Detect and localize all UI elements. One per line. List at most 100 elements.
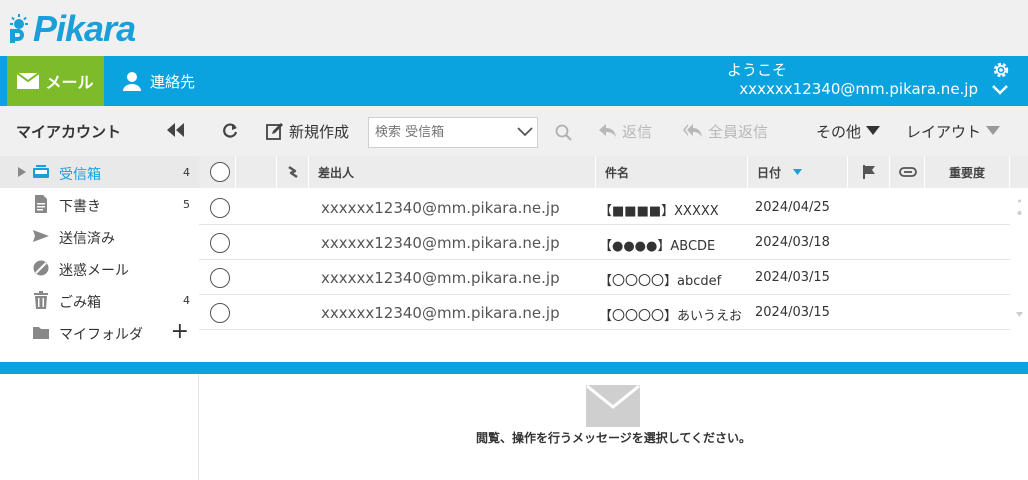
- folder-sent[interactable]: 送信済み: [0, 220, 199, 252]
- row-select-radio[interactable]: [210, 303, 230, 323]
- column-subject[interactable]: 件名: [605, 156, 629, 188]
- toolbar: 新規作成 返信 全員返信 その他 レイアウト: [199, 106, 1028, 156]
- compose-icon: [266, 123, 283, 140]
- search-icon[interactable]: [555, 124, 572, 141]
- column-priority-label: 重要度: [949, 165, 986, 180]
- message-subject: 【●●●●】ABCDE: [599, 239, 716, 254]
- sort-desc-icon: [793, 169, 803, 175]
- message-from: xxxxxx12340@mm.pikara.ne.jp: [321, 269, 560, 287]
- folder-trash[interactable]: ごみ箱 4: [0, 284, 199, 316]
- more-label: その他: [816, 122, 862, 141]
- column-subject-label: 件名: [605, 165, 630, 180]
- column-attachment[interactable]: [899, 156, 917, 188]
- message-row[interactable]: xxxxxx12340@mm.pikara.ne.jp 【●●●●】ABCDE …: [199, 225, 1010, 260]
- thread-column[interactable]: [287, 156, 301, 188]
- reply-icon: [599, 124, 616, 137]
- user-email: xxxxxx12340@mm.pikara.ne.jp: [739, 80, 978, 98]
- gear-icon[interactable]: [992, 61, 1010, 79]
- logo-text: Pikara: [33, 8, 136, 49]
- message-row[interactable]: xxxxxx12340@mm.pikara.ne.jp 【■■■■】XXXXX …: [199, 190, 1010, 225]
- select-all-checkbox[interactable]: [210, 156, 230, 188]
- row-select-radio[interactable]: [210, 268, 230, 288]
- column-from[interactable]: 差出人: [318, 156, 354, 188]
- column-date-label: 日付: [757, 165, 782, 180]
- folder-count: 4: [183, 294, 190, 307]
- row-select-radio[interactable]: [210, 198, 230, 218]
- select-all-radio[interactable]: [210, 162, 230, 182]
- add-folder-icon[interactable]: +: [171, 321, 189, 343]
- pikara-logo[interactable]: Pikara: [6, 8, 136, 50]
- account-menu-chevron-icon[interactable]: [991, 83, 1009, 97]
- message-list: 差出人 件名 日付 重要度 xxxxxx12340@mm.pikara.ne.j…: [199, 156, 1028, 362]
- preview-pane: 閲覧、操作を行うメッセージを選択してください。: [199, 374, 1028, 480]
- more-menu-button[interactable]: その他: [816, 106, 881, 156]
- search-scope-chevron-icon[interactable]: [517, 126, 533, 138]
- app-header: メール 連絡先 ようこそ xxxxxx12340@mm.pikara.ne.jp: [0, 56, 1028, 106]
- refresh-button[interactable]: [221, 106, 239, 156]
- column-priority[interactable]: 重要度: [949, 156, 985, 188]
- reply-all-icon: [683, 124, 702, 137]
- folder-label: 送信済み: [59, 231, 115, 247]
- message-subject: 【■■■■】XXXXX: [599, 204, 719, 219]
- account-header: マイアカウント: [0, 106, 199, 156]
- folder-label: ごみ箱: [59, 295, 101, 311]
- collapse-sidebar-icon[interactable]: [167, 123, 185, 137]
- pane-divider[interactable]: [0, 362, 1028, 374]
- person-icon: [123, 72, 141, 91]
- message-date: 2024/03/15: [755, 270, 830, 285]
- inbox-icon: [33, 165, 49, 178]
- message-date: 2024/04/25: [755, 200, 830, 215]
- layout-label: レイアウト: [906, 122, 982, 141]
- logo-bar: Pikara: [0, 0, 1028, 56]
- row-select-radio[interactable]: [210, 233, 230, 253]
- message-subject: 【〇〇〇〇】abcdef: [599, 274, 722, 289]
- message-row[interactable]: xxxxxx12340@mm.pikara.ne.jp 【〇〇〇〇】あいうえお …: [199, 295, 1010, 330]
- folder-label: 下書き: [59, 199, 101, 215]
- sun-logo-icon: [10, 14, 28, 43]
- folder-inbox[interactable]: 受信箱 4: [0, 156, 199, 188]
- column-from-label: 差出人: [318, 165, 355, 180]
- thread-icon: [288, 166, 298, 178]
- welcome-text: ようこそ: [727, 61, 788, 79]
- mail-tab[interactable]: メール: [7, 56, 104, 106]
- message-date: 2024/03/15: [755, 305, 830, 320]
- reply-button[interactable]: 返信: [599, 106, 652, 156]
- folder-label: 受信箱: [59, 167, 101, 183]
- reply-label: 返信: [622, 122, 653, 141]
- list-header: 差出人 件名 日付 重要度: [199, 156, 1028, 188]
- folder-spam[interactable]: 迷惑メール: [0, 252, 199, 284]
- message-from: xxxxxx12340@mm.pikara.ne.jp: [321, 234, 560, 252]
- expand-triangle-icon[interactable]: [18, 167, 26, 177]
- search-box[interactable]: [368, 117, 538, 148]
- folder-my-folders[interactable]: マイフォルダ +: [0, 316, 199, 348]
- envelope-placeholder-icon: [586, 385, 640, 427]
- draft-icon: [35, 195, 47, 213]
- folder-count: 4: [183, 166, 190, 179]
- folder-label: 迷惑メール: [59, 263, 129, 279]
- list-scrollbar[interactable]: [1011, 188, 1028, 362]
- account-title: マイアカウント: [16, 122, 122, 141]
- sidebar-lower-area: [0, 374, 199, 480]
- folder-label: マイフォルダ: [59, 327, 143, 343]
- spam-icon: [33, 260, 49, 276]
- new-message-label: 新規作成: [289, 122, 350, 141]
- mail-tab-label: メール: [45, 73, 94, 92]
- reply-all-button[interactable]: 全員返信: [683, 106, 768, 156]
- sent-icon: [33, 230, 49, 242]
- envelope-icon: [17, 73, 40, 89]
- message-from: xxxxxx12340@mm.pikara.ne.jp: [321, 304, 560, 322]
- message-row[interactable]: xxxxxx12340@mm.pikara.ne.jp 【〇〇〇〇】abcdef…: [199, 260, 1010, 295]
- sidebar: マイアカウント 受信箱 4 下書き 5 送信済み 迷惑メール ごみ箱 4 マイフ…: [0, 106, 199, 362]
- flag-icon: [863, 165, 875, 179]
- folder-list: 受信箱 4 下書き 5 送信済み 迷惑メール ごみ箱 4 マイフォルダ +: [0, 156, 199, 348]
- message-subject: 【〇〇〇〇】あいうえお: [599, 309, 743, 324]
- column-date[interactable]: 日付: [757, 156, 803, 188]
- search-input[interactable]: [369, 125, 509, 140]
- layout-menu-button[interactable]: レイアウト: [906, 106, 1001, 156]
- refresh-icon: [223, 123, 238, 138]
- new-message-button[interactable]: 新規作成: [266, 106, 349, 156]
- column-flag[interactable]: [863, 156, 875, 188]
- message-date: 2024/03/18: [755, 235, 830, 250]
- folder-drafts[interactable]: 下書き 5: [0, 188, 199, 220]
- contacts-tab[interactable]: 連絡先: [122, 56, 195, 106]
